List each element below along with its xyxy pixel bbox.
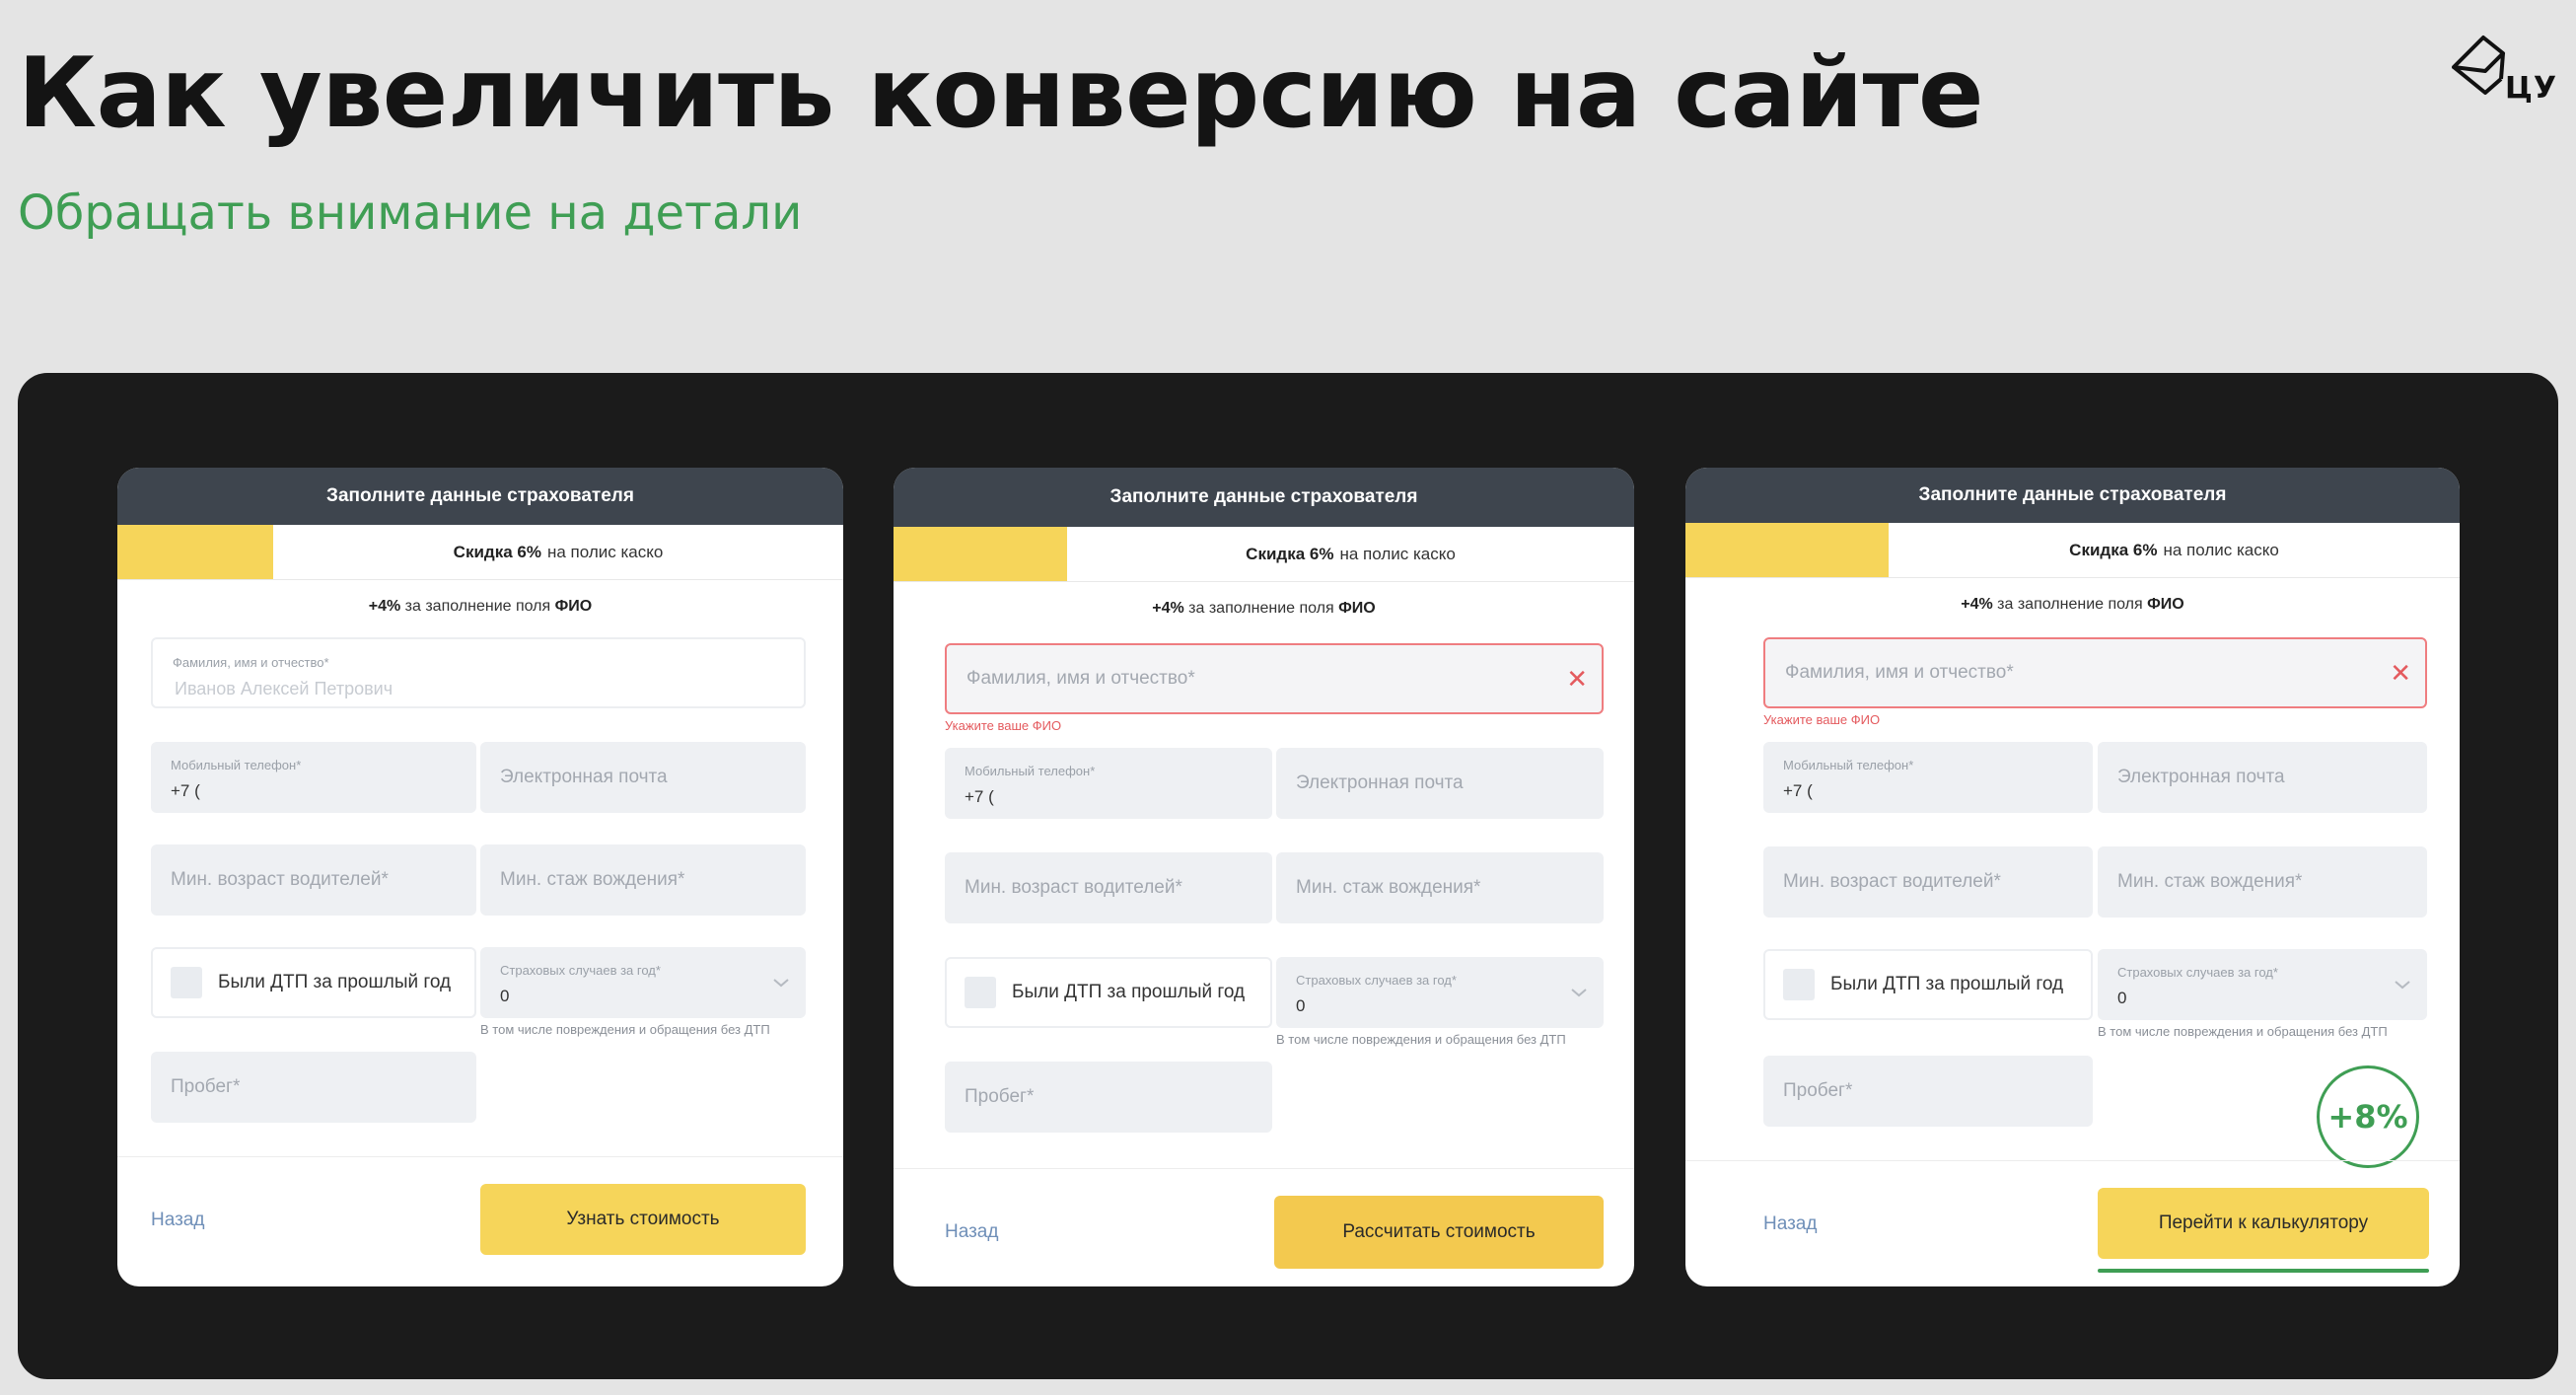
discount-progress: Скидка 6% на полис каско [1685,523,2460,578]
card-header: Заполните данные страхователя [117,468,843,525]
dtp-checkbox-field[interactable]: Были ДТП за прошлый год [151,947,476,1018]
claims-note: В том числе повреждения и обращения без … [2098,1024,2388,1039]
discount-amount: Скидка 6% [2069,540,2158,559]
fio-bonus-hint: +4% за заполнение поля ФИО [1152,600,1376,617]
mileage-input[interactable]: Пробег* [945,1062,1272,1133]
dtp-checkbox-field[interactable]: Были ДТП за прошлый год [1763,949,2093,1020]
fio-label: Фамилия, имя и отчество* [173,655,329,670]
fio-placeholder: Иванов Алексей Петрович [175,679,394,698]
back-link[interactable]: Назад [945,1221,998,1243]
email-input[interactable]: Электронная почта [1276,748,1604,819]
go-to-calculator-button[interactable]: Перейти к калькулятору [2098,1188,2429,1259]
form-card-improved: Заполните данные страхователя Скидка 6% н… [1685,468,2460,1286]
phone-value: +7 ( [171,781,200,800]
discount-text: на полис каско [2163,540,2279,559]
claims-note: В том числе повреждения и обращения без … [1276,1032,1566,1047]
dtp-checkbox[interactable] [965,977,996,1008]
min-age-input[interactable]: Мин. возраст водителей* [151,844,476,916]
form-card-original: Заполните данные страхователя Скидка 6% н… [117,468,843,1286]
phone-input[interactable]: Мобильный телефон* +7 ( [1763,742,2093,813]
dtp-checkbox[interactable] [171,967,202,998]
min-age-input[interactable]: Мин. возраст водителей* [1763,846,2093,918]
card-header: Заполните данные страхователя [894,468,1634,527]
footer-divider [894,1168,1634,1169]
discount-progress: Скидка 6% на полис каско [894,527,1634,582]
min-age-input[interactable]: Мин. возраст водителей* [945,852,1272,923]
claims-select[interactable]: Страховых случаев за год* 0 [480,947,806,1018]
dtp-checkbox-field[interactable]: Были ДТП за прошлый год [945,957,1272,1028]
clear-icon[interactable]: ✕ [1566,666,1588,692]
email-input[interactable]: Электронная почта [2098,742,2427,813]
progress-fill [894,527,1067,581]
chevron-down-icon [773,979,789,988]
fio-bonus-hint: +4% за заполнение поля ФИО [368,598,593,615]
fio-error-text: Укажите ваше ФИО [945,718,1062,733]
chevron-down-icon [2395,981,2410,990]
footer-divider [1685,1160,2460,1161]
fio-input-error[interactable]: Фамилия, имя и отчество* ✕ [945,643,1604,714]
get-price-button[interactable]: Узнать стоимость [480,1184,806,1255]
slide-subtitle: Обращать внимание на детали [18,185,803,241]
chevron-down-icon [1571,989,1587,997]
min-experience-input[interactable]: Мин. стаж вождения* [1276,852,1604,923]
card-header: Заполните данные страхователя [1685,468,2460,523]
mileage-input[interactable]: Пробег* [151,1052,476,1123]
min-experience-input[interactable]: Мин. стаж вождения* [2098,846,2427,918]
phone-input[interactable]: Мобильный телефон* +7 ( [945,748,1272,819]
fio-input-error[interactable]: Фамилия, имя и отчество* ✕ [1763,637,2427,708]
email-label: Электронная почта [500,767,668,787]
back-link[interactable]: Назад [1763,1213,1817,1235]
discount-amount: Скидка 6% [1246,544,1334,563]
footer-divider [117,1156,843,1157]
discount-progress: Скидка 6% на полис каско [117,525,843,580]
clear-icon[interactable]: ✕ [2390,660,2411,686]
claims-note: В том числе повреждения и обращения без … [480,1022,770,1037]
discount-amount: Скидка 6% [453,542,541,561]
fio-error-text: Укажите ваше ФИО [1763,712,1881,727]
calculate-price-button[interactable]: Рассчитать стоимость [1274,1196,1604,1269]
fio-bonus-hint: +4% за заполнение поля ФИО [1961,596,2184,613]
email-input[interactable]: Электронная почта [480,742,806,813]
slide-title: Как увеличить конверсию на сайте [18,37,1983,150]
min-experience-input[interactable]: Мин. стаж вождения* [480,844,806,916]
logo-text: ЦУ [2505,71,2557,106]
cta-underline [2098,1269,2429,1273]
dtp-checkbox[interactable] [1783,969,1815,1000]
phone-input[interactable]: Мобильный телефон* +7 ( [151,742,476,813]
fio-input[interactable]: Фамилия, имя и отчество* Иванов Алексей … [151,637,806,708]
phone-label: Мобильный телефон* [171,758,302,772]
conversion-badge: +8% [2317,1065,2419,1168]
progress-fill [1685,523,1889,577]
form-card-error: Заполните данные страхователя Скидка 6% н… [894,468,1634,1286]
fio-label: Фамилия, имя и отчество* [966,668,1195,689]
progress-fill [117,525,273,579]
fio-label: Фамилия, имя и отчество* [1785,662,2014,683]
claims-select[interactable]: Страховых случаев за год* 0 [2098,949,2427,1020]
discount-text: на полис каско [546,542,664,561]
mileage-input[interactable]: Пробег* [1763,1056,2093,1127]
claims-select[interactable]: Страховых случаев за год* 0 [1276,957,1604,1028]
back-link[interactable]: Назад [151,1210,204,1231]
discount-text: на полис каско [1339,544,1456,563]
dtp-label: Были ДТП за прошлый год [218,972,452,992]
